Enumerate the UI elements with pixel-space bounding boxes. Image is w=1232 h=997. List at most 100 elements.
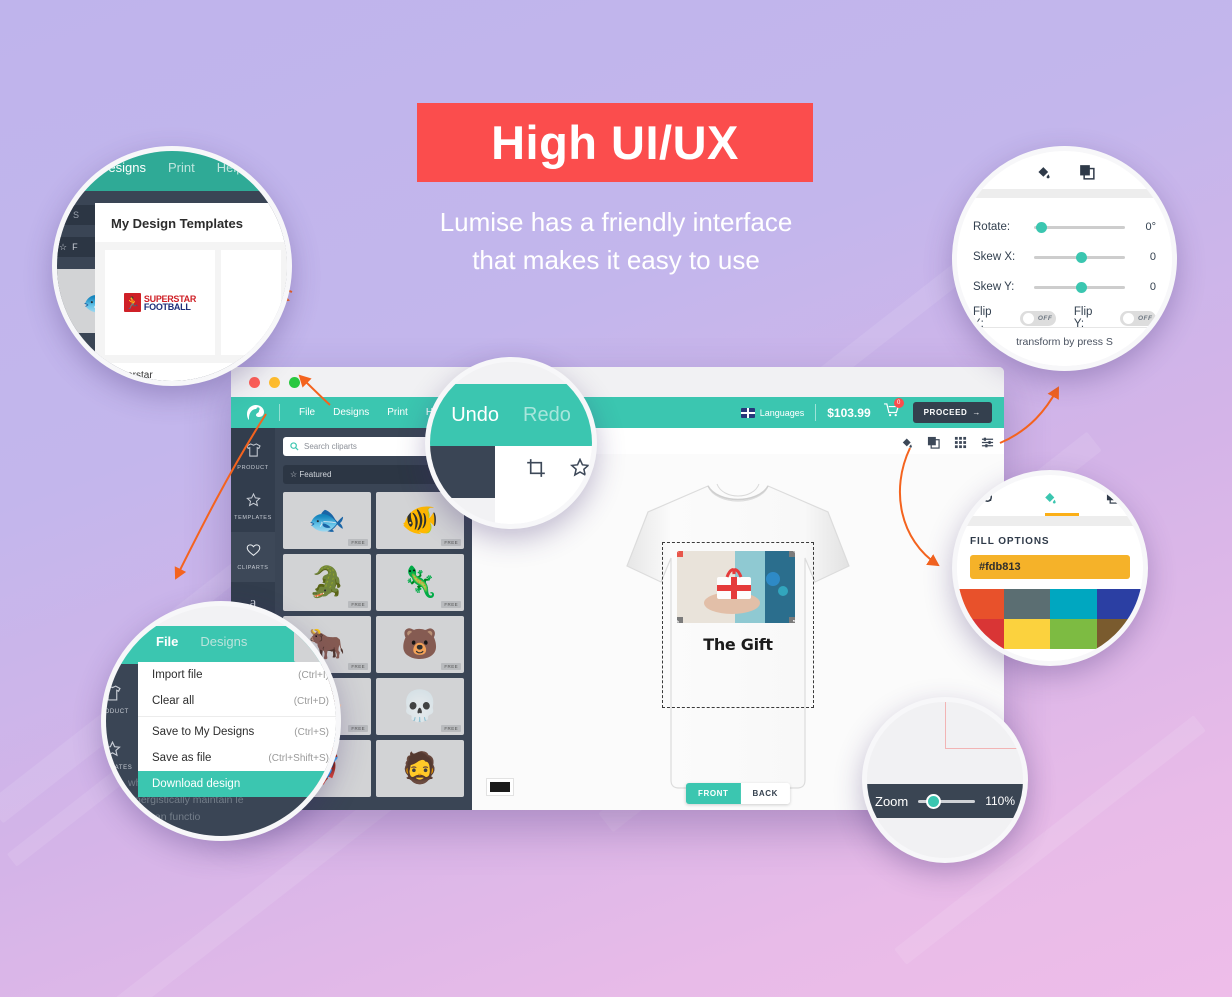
front-view-button[interactable]: FRONT <box>685 783 741 804</box>
clipart-warrior-icon: 💀 <box>401 689 439 723</box>
flip-y-state: OFF <box>1137 314 1153 322</box>
swatch-cyan[interactable] <box>1050 589 1097 619</box>
layers-icon[interactable] <box>1079 164 1095 185</box>
menu-option-label: Save as file <box>152 752 212 764</box>
callout-file-menu: File Designs PRODUCT TEMPLATES whereas s… <box>101 601 341 841</box>
swatch-brown[interactable] <box>1096 619 1143 649</box>
flip-x-toggle[interactable]: OFF <box>1019 310 1056 326</box>
star-icon <box>245 492 261 512</box>
rotate-object-handle[interactable]: ↺ <box>789 551 795 557</box>
resize-object-handle[interactable]: ⤡ <box>789 617 795 623</box>
skew-y-value: 0 <box>1149 281 1156 293</box>
fill-bucket-icon[interactable] <box>1035 164 1051 185</box>
swatch-orange-red[interactable] <box>957 589 1004 619</box>
rotate-row: Rotate: 0° <box>973 212 1156 242</box>
fill-color-input[interactable]: #fdb813 <box>970 555 1130 579</box>
fill-options-body: FILL OPTIONS #fdb813 <box>957 526 1143 661</box>
callout-zoom-control: Zoom 110% <box>862 697 1028 863</box>
app-menubar: File Designs Print Help Languages $103.9… <box>231 397 1004 428</box>
flip-y-toggle[interactable]: OFF <box>1119 310 1156 326</box>
clipart-item[interactable]: 🐻FREE <box>376 616 464 673</box>
proceed-button[interactable]: PROCEED → <box>912 402 992 423</box>
free-badge: FREE <box>441 725 461 732</box>
design-image-object[interactable]: ✕ ↺ ⧉ ⤡ <box>677 551 795 623</box>
layers-icon[interactable] <box>1106 491 1119 509</box>
sidebar-item-product[interactable]: PRODUCT <box>106 672 134 728</box>
menu-option-import-file[interactable]: Import file (Ctrl+I) <box>138 662 336 688</box>
menu-option-download-design[interactable]: Download design <box>138 771 336 797</box>
cart-count-badge: 0 <box>893 398 904 408</box>
search-icon <box>290 438 299 456</box>
hero-badge: High UI/UX <box>417 103 813 182</box>
undo-redo-toolbar: Undo Redo <box>430 384 592 446</box>
zoom-slider[interactable] <box>918 793 976 809</box>
menu-item-print[interactable]: Print <box>168 160 195 175</box>
callout-transform-panel: Rotate: 0° Skew X: 0 Skew Y: 0 Flip X: O… <box>952 146 1177 371</box>
cart-button[interactable]: 0 <box>883 398 904 422</box>
template-item-empty[interactable] <box>221 250 281 355</box>
fill-bucket-icon[interactable] <box>1042 490 1057 510</box>
language-selector[interactable]: Languages <box>740 407 804 418</box>
clipart-item[interactable]: 💀 FREE <box>376 678 464 735</box>
sidebar-item-cliparts[interactable]: CLIPARTS <box>231 532 275 582</box>
undo-button[interactable]: Undo <box>451 404 499 427</box>
menu-item-print[interactable]: Print <box>378 397 417 428</box>
flip-x-state: OFF <box>1037 314 1053 322</box>
swatch-blue[interactable] <box>1096 589 1143 619</box>
clipart-item[interactable]: 🐂FREE <box>294 610 336 662</box>
menu-option-label: Download design <box>152 778 241 790</box>
star-favorite-icon[interactable] <box>569 457 591 483</box>
menu-item-designs[interactable]: Designs <box>200 634 247 649</box>
settings-sliders-icon[interactable] <box>981 436 994 454</box>
swatch-green[interactable] <box>1050 619 1097 649</box>
free-badge: FREE <box>441 663 461 670</box>
menu-option-save-as-file[interactable]: Save as file (Ctrl+Shift+S) <box>138 745 336 771</box>
delete-object-handle[interactable]: ✕ <box>677 551 683 557</box>
clipart-item[interactable]: 🦎 FREE <box>376 554 464 611</box>
fill-bucket-icon[interactable] <box>900 436 913 454</box>
grid-icon[interactable] <box>954 436 967 454</box>
design-text-object[interactable]: The Gift <box>663 635 813 654</box>
rotate-value: 0° <box>1145 221 1156 233</box>
clipart-bear-icon: 🐻 <box>401 627 439 661</box>
skew-x-slider[interactable] <box>1034 251 1125 263</box>
crop-icon[interactable] <box>526 458 546 483</box>
magnet-icon[interactable] <box>981 491 994 509</box>
star-small-icon: ☆ <box>290 470 298 479</box>
back-view-button[interactable]: BACK <box>740 783 791 804</box>
free-badge: FREE <box>348 725 368 732</box>
maximize-window-button[interactable] <box>289 376 300 388</box>
sidebar-item-templates-label: TEMPLATES <box>234 515 272 521</box>
clipart-item[interactable]: 🧔 <box>376 740 464 797</box>
my-design-templates-panel: My Design Templates 🏃 SUPERSTAR FOOTBALL… <box>95 203 287 381</box>
menu-item-help[interactable]: Help <box>217 160 244 175</box>
layer-object-handle[interactable]: ⧉ <box>677 617 683 623</box>
tshirt-icon <box>245 443 261 462</box>
print-area-boundary: ✕ ↺ ⧉ ⤡ The Gift <box>662 542 814 708</box>
menu-item-designs[interactable]: Designs <box>99 160 146 175</box>
swatch-slate[interactable] <box>1003 589 1050 619</box>
rotate-slider[interactable] <box>1034 221 1125 233</box>
skew-y-slider[interactable] <box>1034 281 1125 293</box>
menu-option-save-to-my-designs[interactable]: Save to My Designs (Ctrl+S) <box>138 719 336 745</box>
uk-flag-icon <box>740 407 755 418</box>
clipart-item[interactable]: 🐊 FREE <box>283 554 371 611</box>
layers-icon[interactable] <box>927 436 940 454</box>
menu-option-shortcut: (Ctrl+I) <box>298 669 329 681</box>
sidebar-item-product[interactable]: PRODUCT <box>231 432 275 482</box>
menu-item-file[interactable]: File <box>290 397 324 428</box>
menubar-divider-2 <box>815 404 817 421</box>
sidebar-item-templates[interactable]: TEMPLATES <box>231 482 275 532</box>
skew-x-row: Skew X: 0 <box>973 242 1156 272</box>
menu-item-file[interactable]: File <box>156 634 178 649</box>
template-item-superstar[interactable]: 🏃 SUPERSTAR FOOTBALL <box>105 250 215 355</box>
clipart-item[interactable]: 🐟 FREE <box>283 492 371 549</box>
design-thumbnail-chip[interactable] <box>486 778 514 796</box>
menu-option-clear-all[interactable]: Clear all (Ctrl+D) <box>138 688 336 714</box>
menu-item-designs[interactable]: Designs <box>324 397 378 428</box>
swatch-red[interactable] <box>957 619 1004 649</box>
canvas-guide-vertical <box>945 702 946 748</box>
free-badge: FREE <box>441 539 461 546</box>
swatch-yellow[interactable] <box>1003 619 1050 649</box>
redo-button[interactable]: Redo <box>523 404 571 427</box>
